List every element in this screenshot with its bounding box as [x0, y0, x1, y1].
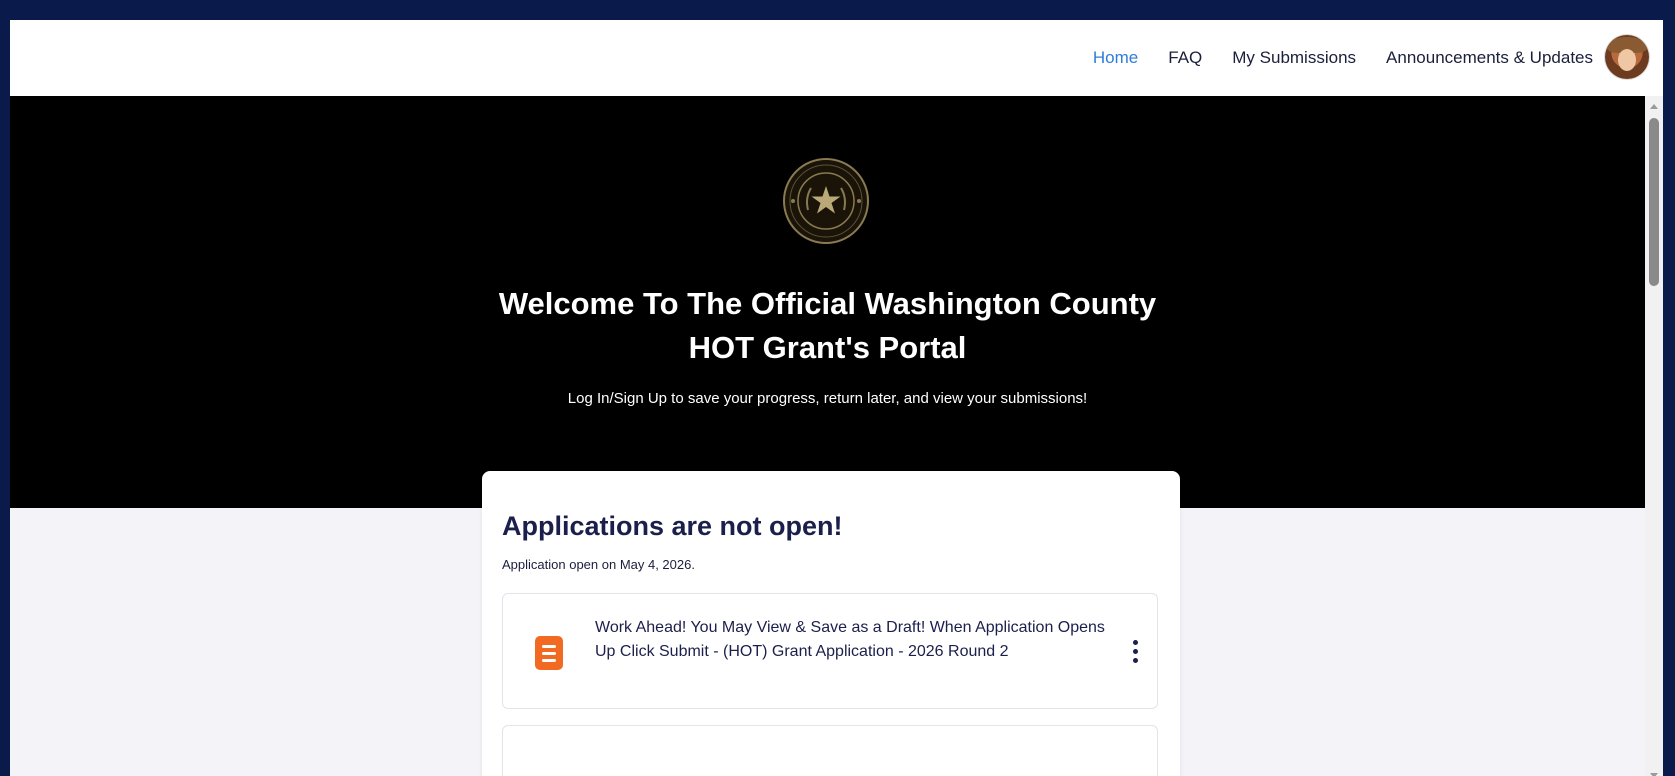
card-subtitle: Application open on May 4, 2026. [502, 557, 695, 572]
hero-title-line2: HOT Grant's Portal [688, 330, 967, 365]
nav-faq[interactable]: FAQ [1168, 48, 1202, 68]
scroll-up-arrow-icon[interactable] [1650, 104, 1658, 109]
applications-card: Applications are not open! Application o… [482, 471, 1180, 776]
hero-title-line1: Welcome To The Official Washington Count… [498, 286, 1157, 321]
form-title[interactable]: Work Ahead! You May View & Save as a Dra… [595, 616, 1115, 664]
scrollbar[interactable] [1645, 96, 1663, 776]
form-document-icon [535, 636, 563, 670]
form-list-item-next[interactable] [502, 725, 1158, 776]
hero-banner: Welcome To The Official Washington Count… [10, 96, 1645, 508]
app: Home FAQ My Submissions Announcements & … [10, 20, 1663, 776]
avatar-face [1618, 49, 1636, 71]
nav-announcements-updates[interactable]: Announcements & Updates [1386, 48, 1593, 68]
nav-home[interactable]: Home [1093, 48, 1138, 68]
nav-my-submissions[interactable]: My Submissions [1232, 48, 1356, 68]
window-frame: Home FAQ My Submissions Announcements & … [0, 10, 1675, 776]
more-vertical-icon[interactable] [1131, 640, 1139, 668]
card-title: Applications are not open! [502, 511, 843, 541]
hero-subtitle: Log In/Sign Up to save your progress, re… [567, 390, 1088, 407]
scroll-thumb[interactable] [1649, 118, 1659, 286]
user-avatar[interactable] [1605, 35, 1649, 79]
hero-title: Welcome To The Official Washington Count… [10, 282, 1645, 370]
nav-links: Home FAQ My Submissions Announcements & … [1093, 20, 1593, 96]
top-navigation: Home FAQ My Submissions Announcements & … [10, 20, 1663, 96]
form-list-item[interactable]: Work Ahead! You May View & Save as a Dra… [502, 593, 1158, 709]
county-seal-icon [783, 158, 869, 244]
